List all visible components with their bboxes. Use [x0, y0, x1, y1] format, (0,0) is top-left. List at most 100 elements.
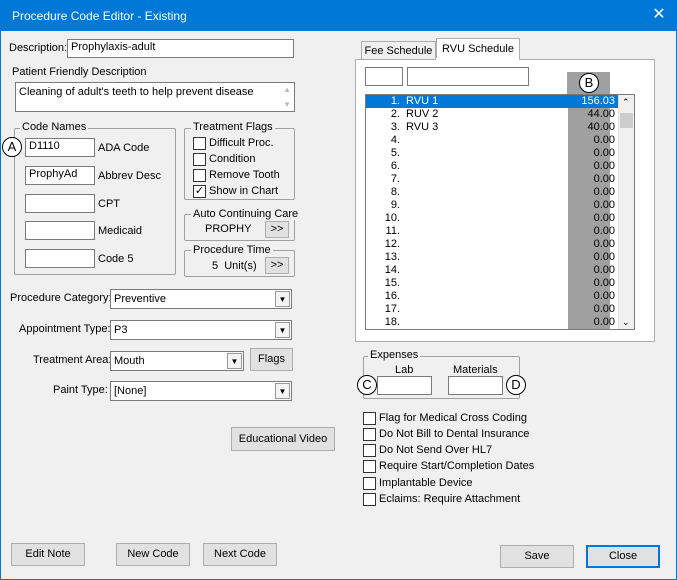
ada-code-input[interactable]: D1110	[25, 138, 95, 157]
table-row[interactable]: 18. 0.00	[366, 316, 618, 329]
description-label: Description:	[9, 42, 68, 54]
table-row[interactable]: 7. 0.00	[366, 173, 618, 186]
table-row[interactable]: 1. RVU 1 156.03	[366, 95, 618, 108]
table-row[interactable]: 3. RVU 3 40.00	[366, 121, 618, 134]
lab-input[interactable]	[377, 376, 432, 395]
abbrev-desc-label: Abbrev Desc	[98, 170, 161, 182]
rvu-row-number: 15.	[384, 277, 400, 289]
chevron-up-icon[interactable]: ⌃	[622, 97, 630, 108]
do-not-send-hl7-checkbox[interactable]	[363, 444, 376, 457]
appointment-select[interactable]: P3 ▼	[110, 320, 292, 340]
treatment-area-value: Mouth	[114, 355, 145, 367]
table-row[interactable]: 10. 0.00	[366, 212, 618, 225]
description-input[interactable]: Prophylaxis-adult	[67, 39, 294, 58]
table-row[interactable]: 15. 0.00	[366, 277, 618, 290]
patient-friendly-textarea[interactable]: Cleaning of adult's teeth to help preven…	[15, 82, 295, 112]
rvu-row-number: 5.	[390, 147, 400, 159]
rvu-row-number: 7.	[390, 173, 400, 185]
table-row[interactable]: 5. 0.00	[366, 147, 618, 160]
remove-tooth-checkbox[interactable]	[193, 169, 206, 182]
table-row[interactable]: 11. 0.00	[366, 225, 618, 238]
treatment-area-label: Treatment Area:	[33, 354, 112, 366]
rvu-row-number: 12.	[384, 238, 400, 250]
table-row[interactable]: 16. 0.00	[366, 290, 618, 303]
rvu-row-amount: 156.03	[581, 95, 615, 107]
treatment-area-select[interactable]: Mouth ▼	[110, 351, 244, 371]
scrollbar-thumb[interactable]	[620, 113, 633, 128]
materials-input[interactable]	[448, 376, 503, 395]
table-row[interactable]: 8. 0.00	[366, 186, 618, 199]
implantable-device-checkbox[interactable]	[363, 477, 376, 490]
title-bar: Procedure Code Editor - Existing ✕	[0, 0, 677, 31]
table-row[interactable]: 6. 0.00	[366, 160, 618, 173]
category-value: Preventive	[114, 293, 166, 305]
show-in-chart-checkbox[interactable]: ✓	[193, 185, 206, 198]
rvu-row-number: 6.	[390, 160, 400, 172]
table-row[interactable]: 2. RUV 2 44.00	[366, 108, 618, 121]
table-row[interactable]: 9. 0.00	[366, 199, 618, 212]
scroll-up-icon[interactable]: ▲	[283, 85, 291, 94]
window-title: Procedure Code Editor - Existing	[12, 9, 187, 23]
flag-medical-cross-coding-checkbox[interactable]	[363, 412, 376, 425]
edit-note-button[interactable]: Edit Note	[11, 543, 85, 566]
table-row[interactable]: 17. 0.00	[366, 303, 618, 316]
rvu-row-amount: 40.00	[587, 121, 615, 133]
flags-button[interactable]: Flags	[250, 348, 293, 371]
tab-fee-schedule[interactable]: Fee Schedule	[361, 41, 436, 60]
flag-medical-cross-coding-label: Flag for Medical Cross Coding	[379, 412, 527, 424]
patient-friendly-label: Patient Friendly Description	[12, 66, 147, 78]
auto-care-button[interactable]: >>	[265, 221, 289, 238]
medicaid-input[interactable]	[25, 221, 95, 240]
table-row[interactable]: 4. 0.00	[366, 134, 618, 147]
rvu-row-amount: 0.00	[593, 186, 615, 198]
difficult-proc-checkbox[interactable]	[193, 137, 206, 150]
tab-rvu-schedule[interactable]: RVU Schedule	[436, 38, 520, 60]
cpt-input[interactable]	[25, 194, 95, 213]
table-row[interactable]: 13. 0.00	[366, 251, 618, 264]
proc-time-button[interactable]: >>	[265, 257, 289, 274]
rvu-row-number: 10.	[384, 212, 400, 224]
proc-time-value: 5 Unit(s)	[212, 260, 257, 272]
callout-marker-a: A	[2, 137, 22, 157]
chevron-down-icon[interactable]: ▼	[227, 353, 242, 369]
next-code-button[interactable]: Next Code	[203, 543, 277, 566]
do-not-bill-dental-label: Do Not Bill to Dental Insurance	[379, 428, 530, 440]
category-select[interactable]: Preventive ▼	[110, 289, 292, 309]
require-dates-checkbox[interactable]	[363, 460, 376, 473]
code5-input[interactable]	[25, 249, 95, 268]
chevron-down-icon[interactable]: ▼	[275, 291, 290, 307]
chevron-down-icon[interactable]: ▼	[275, 322, 290, 338]
rvu-scrollbar[interactable]: ⌃ ⌄	[618, 95, 634, 329]
cpt-label: CPT	[98, 198, 120, 210]
rvu-filter-name-input[interactable]	[407, 67, 529, 86]
close-button[interactable]: Close	[586, 545, 660, 568]
chevron-down-icon[interactable]: ⌄	[622, 317, 630, 328]
table-row[interactable]: 14. 0.00	[366, 264, 618, 277]
rvu-row-number: 1.	[390, 95, 400, 107]
new-code-button[interactable]: New Code	[116, 543, 190, 566]
save-button[interactable]: Save	[500, 545, 574, 568]
eclaims-attachment-checkbox[interactable]	[363, 493, 376, 506]
rvu-row-amount: 0.00	[593, 225, 615, 237]
condition-checkbox[interactable]	[193, 153, 206, 166]
scroll-down-icon[interactable]: ▼	[283, 100, 291, 109]
rvu-row-amount: 0.00	[593, 238, 615, 250]
do-not-bill-dental-checkbox[interactable]	[363, 428, 376, 441]
require-dates-label: Require Start/Completion Dates	[379, 460, 535, 472]
rvu-row-amount: 0.00	[593, 303, 615, 315]
rvu-list[interactable]: 1. RVU 1 156.03 2. RUV 2 44.00 3. RVU 3 40.00 4. 0…	[365, 94, 635, 330]
close-window-icon[interactable]: ✕	[645, 3, 673, 27]
rvu-filter-code-input[interactable]	[365, 67, 403, 86]
educational-video-button[interactable]: Educational Video	[231, 427, 335, 451]
table-row[interactable]: 12. 0.00	[366, 238, 618, 251]
paint-type-value: [None]	[114, 385, 147, 397]
abbrev-desc-input[interactable]: ProphyAd	[25, 166, 95, 185]
chevron-down-icon[interactable]: ▼	[275, 383, 290, 399]
rvu-row-amount: 0.00	[593, 264, 615, 276]
callout-marker-b: B	[579, 73, 599, 93]
rvu-row-amount: 0.00	[593, 160, 615, 172]
paint-type-label: Paint Type:	[53, 384, 108, 396]
paint-type-select[interactable]: [None] ▼	[110, 381, 292, 401]
rvu-row-number: 13.	[384, 251, 400, 263]
implantable-device-label: Implantable Device	[379, 477, 473, 489]
